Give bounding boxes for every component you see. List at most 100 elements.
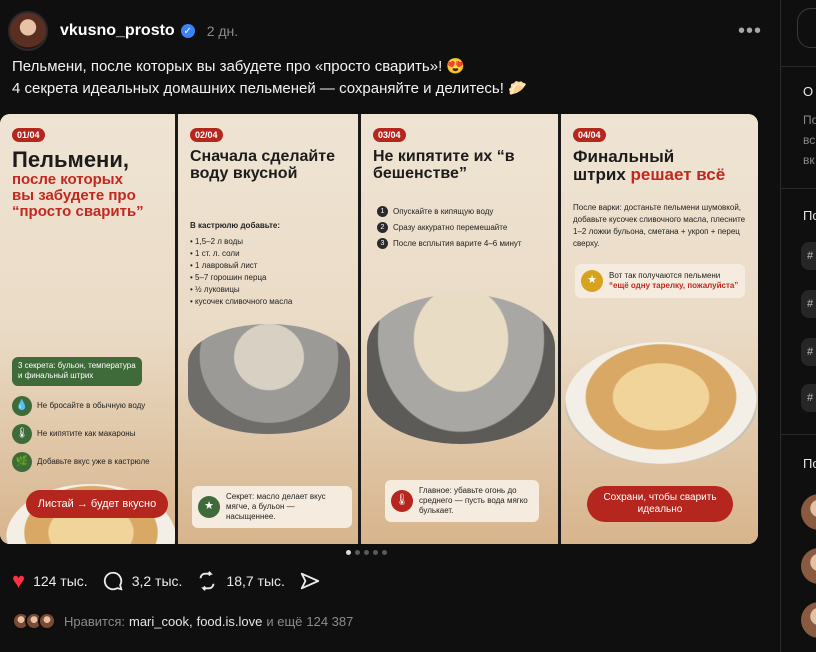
note-text: Вот так получаются пельмени — [609, 271, 721, 280]
step-text: Сразу аккуратно перемешайте — [393, 223, 508, 232]
sidebar-heading: По — [803, 456, 816, 471]
avatar[interactable] — [38, 612, 56, 630]
share-icon[interactable] — [299, 570, 321, 592]
tip-item: 💧 Не бросайте в обычную воду — [12, 396, 145, 416]
step-item: 1 Опускайте в кипящую воду — [377, 206, 493, 217]
sidebar-text: По — [803, 113, 816, 127]
liked-user-link[interactable]: food.is.love — [197, 614, 263, 629]
app: vkusno_prosto ✓ 2 дн. ••• Пельмени, посл… — [0, 0, 816, 652]
leaf-icon: 🌿 — [12, 452, 32, 472]
like-button[interactable]: ♥ 124 тыс. — [12, 570, 88, 592]
sidebar-heading: По — [803, 208, 816, 223]
list-item: • 1 ст. л. соли — [190, 249, 240, 258]
carousel-dot[interactable] — [382, 550, 387, 555]
slide-body: После варки: достаньте пельмени шумовкой… — [573, 203, 746, 248]
hashtag-chip[interactable]: # — [801, 338, 816, 366]
avatar[interactable] — [801, 602, 816, 638]
repost-button[interactable]: 18,7 тыс. — [196, 570, 285, 592]
slide-title: Сначала сделайте воду вкусной — [190, 148, 335, 183]
thermometer-icon: 🌡 — [391, 490, 413, 512]
caption-line: 4 секрета идеальных домашних пельменей —… — [12, 80, 527, 97]
caption-line: Пельмени, после которых вы забудете про … — [12, 58, 466, 75]
avatar[interactable] — [8, 11, 48, 51]
liked-user-link[interactable]: mari_cook — [129, 614, 189, 629]
liked-by: Нравится: mari_cook, food.is.love и ещё … — [12, 612, 353, 630]
dumplings-plate-image — [565, 342, 757, 464]
carousel-slide: 02/04 Сначала сделайте воду вкусной В ка… — [178, 114, 361, 544]
image-carousel[interactable]: 01/04 Пельмени, после которых вы забудет… — [0, 114, 758, 544]
title-line: вы забудете про — [12, 186, 136, 204]
carousel-dot[interactable] — [373, 550, 378, 555]
drop-icon: 💧 — [12, 396, 32, 416]
list-item: • 1,5–2 л воды — [190, 237, 244, 246]
slide-title: Не кипятите их “в бешенстве” — [373, 148, 515, 183]
tip-item: 🌡 Не кипятите как макароны — [12, 424, 135, 444]
avatar[interactable] — [801, 548, 816, 584]
boiling-pot-image — [367, 294, 555, 444]
carousel-dot[interactable] — [346, 550, 351, 555]
star-icon: ★ — [581, 270, 603, 292]
comment-button[interactable]: 3,2 тыс. — [102, 570, 183, 592]
thermometer-icon: 🌡 — [12, 424, 32, 444]
list-item: • 1 лавровый лист — [190, 261, 258, 270]
secret-note: ★ Секрет: масло делает вкус мягче, а буль… — [192, 486, 352, 528]
post-header: vkusno_prosto ✓ 2 дн. ••• — [8, 8, 762, 54]
slide-tag: 01/04 — [12, 128, 45, 142]
hashtag-chip[interactable]: # — [801, 290, 816, 318]
secrets-chip: 3 секрета: бульон, температура и финальн… — [12, 357, 142, 386]
pot-image — [188, 324, 350, 434]
main-note: 🌡 Главное: убавьте огонь до среднего — пу… — [385, 480, 539, 522]
carousel-dot[interactable] — [364, 550, 369, 555]
share-button[interactable] — [299, 570, 321, 592]
post-actions: ♥ 124 тыс. 3,2 тыс. 18,7 тыс. — [12, 570, 321, 592]
ingredient-list: • 1,5–2 л воды • 1 ст. л. соли • 1 лавро… — [190, 236, 292, 308]
title-line: Пельмени, — [12, 147, 129, 172]
repost-count: 18,7 тыс. — [226, 573, 285, 589]
carousel-dot[interactable] — [355, 550, 360, 555]
post-caption: Пельмени, после которых вы забудете про … — [12, 56, 712, 100]
username[interactable]: vkusno_prosto — [60, 22, 175, 40]
comment-icon[interactable] — [102, 570, 124, 592]
step-text: После всплытия варите 4–6 минут — [393, 239, 522, 248]
slide-tag: 03/04 — [373, 128, 406, 142]
verified-icon: ✓ — [180, 24, 195, 38]
star-icon: ★ — [198, 496, 220, 518]
more-icon[interactable]: ••• — [738, 20, 762, 43]
result-note: ★ Вот так получаются пельмени “ещё одну т… — [575, 264, 745, 298]
carousel-slide: 01/04 Пельмени, после которых вы забудет… — [0, 114, 178, 544]
right-sidebar: О По вс вк По # # # # По — [780, 0, 816, 652]
sidebar-text: вк — [803, 153, 815, 167]
slide-title: Пельмени, после которых вы забудете про … — [12, 148, 167, 220]
repost-icon[interactable] — [196, 570, 218, 592]
list-item: • кусочек сливочного масла — [190, 297, 293, 306]
title-line: Финальный — [573, 147, 675, 166]
step-item: 3 После всплытия варите 4–6 минут — [377, 238, 522, 249]
note-text: Секрет: масло делает вкус мягче, а бульо… — [226, 492, 326, 521]
cta-button: Листай → будет вкусно — [26, 490, 168, 518]
step-item: 2 Сразу аккуратно перемешайте — [377, 222, 507, 233]
carousel-dots — [346, 550, 387, 555]
sidebar-heading: О — [803, 84, 814, 99]
tip-text: Добавьте вкус уже в кастрюле — [37, 457, 150, 467]
post: vkusno_prosto ✓ 2 дн. ••• Пельмени, посл… — [0, 0, 780, 652]
liked-prefix: Нравится: — [64, 613, 125, 629]
list-item: • 5–7 горошин перца — [190, 273, 267, 282]
title-line: “просто сварить” — [12, 203, 144, 221]
search-button[interactable] — [797, 8, 816, 48]
liked-count[interactable]: 124 387 — [306, 614, 353, 629]
note-quote: “ещё одну тарелку, пожалуйста” — [609, 281, 739, 290]
slide-tag: 02/04 — [190, 128, 223, 142]
avatar[interactable] — [801, 494, 816, 530]
slide-title: Финальный штрих решает всё — [573, 147, 750, 185]
tip-text: Не кипятите как макароны — [37, 429, 136, 439]
tip-item: 🌿 Добавьте вкус уже в кастрюле — [12, 452, 150, 472]
list-item: • ½ луковицы — [190, 285, 240, 294]
title-line: штрих решает всё — [573, 165, 726, 185]
like-count: 124 тыс. — [33, 573, 88, 589]
hashtag-chip[interactable]: # — [801, 384, 816, 412]
carousel-slide: 03/04 Не кипятите их “в бешенстве” 1 Опус… — [361, 114, 561, 544]
liked-suffix: и ещё — [266, 613, 303, 629]
comment-count: 3,2 тыс. — [131, 573, 183, 589]
heart-icon[interactable]: ♥ — [12, 570, 25, 592]
hashtag-chip[interactable]: # — [801, 242, 816, 270]
